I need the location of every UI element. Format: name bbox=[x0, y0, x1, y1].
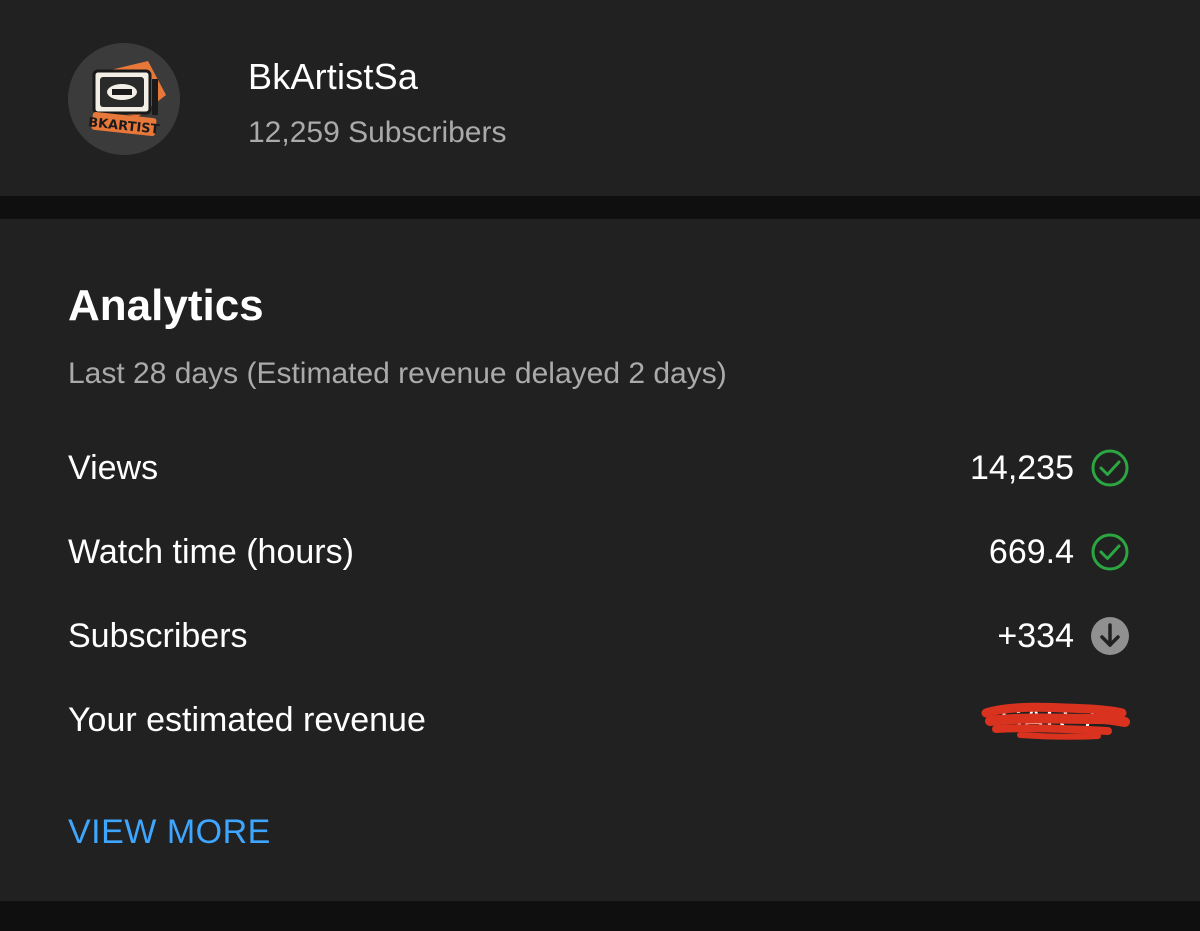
view-more-link[interactable]: VIEW MORE bbox=[68, 813, 271, 852]
channel-subscriber-count: 12,259 Subscribers bbox=[248, 116, 507, 149]
metric-label: Watch time (hours) bbox=[68, 533, 354, 571]
metric-row-estimated-revenue: Your estimated revenue SAR 7 bbox=[68, 695, 1130, 745]
analytics-period: Last 28 days (Estimated revenue delayed … bbox=[68, 357, 727, 390]
channel-logo-icon: BKARTIST bbox=[68, 43, 180, 155]
metric-row-subscribers: Subscribers +334 bbox=[68, 611, 1130, 661]
channel-avatar[interactable]: BKARTIST bbox=[68, 43, 180, 155]
channel-header-card[interactable]: BKARTIST BkArtistSa 12,259 Subscribers bbox=[0, 0, 1200, 196]
check-circle-icon bbox=[1091, 449, 1129, 487]
channel-name[interactable]: BkArtistSa bbox=[248, 56, 418, 98]
analytics-title: Analytics bbox=[68, 281, 264, 330]
metric-value: +334 bbox=[997, 617, 1074, 655]
metric-row-views: Views 14,235 bbox=[68, 443, 1130, 493]
analytics-card: Analytics Last 28 days (Estimated revenu… bbox=[0, 219, 1200, 901]
metric-label: Views bbox=[68, 449, 159, 487]
metric-row-watch-time: Watch time (hours) 669.4 bbox=[68, 527, 1130, 577]
metric-label: Subscribers bbox=[68, 617, 248, 655]
check-circle-icon bbox=[1091, 533, 1129, 571]
metric-value: 669.4 bbox=[988, 533, 1074, 571]
metric-value: 14,235 bbox=[970, 449, 1074, 487]
metric-label: Your estimated revenue bbox=[68, 701, 426, 739]
arrow-down-circle-icon bbox=[1091, 617, 1129, 655]
redaction-scribble bbox=[981, 702, 1130, 740]
